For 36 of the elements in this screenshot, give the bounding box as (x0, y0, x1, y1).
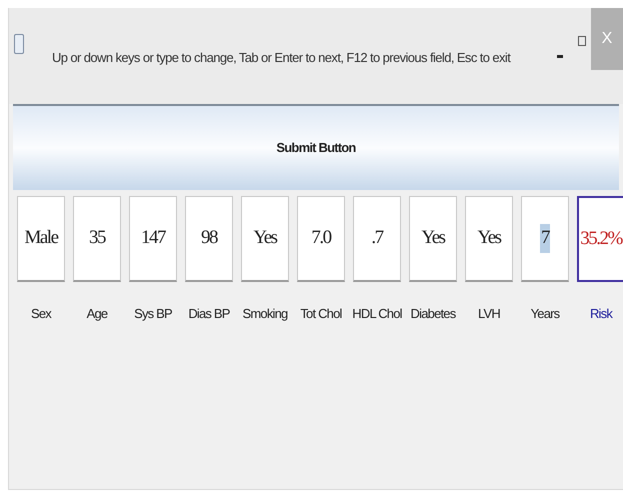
field-label: Dias BP (188, 305, 230, 323)
input-field[interactable]: Male (17, 196, 65, 282)
input-field[interactable]: Yes (241, 196, 289, 282)
field-value: 98 (200, 226, 218, 250)
field-label: LVH (478, 305, 500, 323)
input-field[interactable]: 147 (129, 196, 177, 282)
field-label: Years (530, 305, 560, 323)
field-value: .7 (370, 226, 384, 250)
input-field[interactable]: .7 (353, 196, 401, 282)
field-value: 7.0 (310, 226, 332, 250)
input-field[interactable]: 98 (185, 196, 233, 282)
field-value: 147 (140, 226, 166, 250)
window-title: Up or down keys or type to change, Tab or Enter to next, F12 to previous field, Esc to exit (52, 49, 510, 67)
field-value: Yes (420, 226, 446, 250)
input-field[interactable]: Yes (465, 196, 513, 282)
field-label: Age (86, 305, 108, 323)
input-field[interactable]: 7 (521, 196, 569, 282)
input-field[interactable]: Yes (409, 196, 457, 282)
field-label: Smoking (242, 305, 288, 323)
field-label: Tot Chol (300, 305, 342, 323)
field-label: Sys BP (134, 305, 172, 323)
submit-button[interactable]: Submit Button (13, 104, 619, 190)
field-value: 35.2% (579, 226, 623, 251)
input-field[interactable]: 35 (73, 196, 121, 282)
app-icon (14, 34, 24, 54)
field-value: 35 (88, 226, 106, 250)
result-field[interactable]: 35.2% (577, 196, 623, 282)
field-label: Diabetes (410, 305, 456, 323)
field-value: Yes (476, 226, 502, 250)
field-value: 7 (540, 224, 550, 253)
field-label: Sex (30, 305, 51, 323)
field-value: Male (23, 226, 59, 250)
input-field[interactable]: 7.0 (297, 196, 345, 282)
field-label: HDL Chol (352, 305, 402, 323)
field-label: Risk (590, 305, 612, 323)
field-value: Yes (252, 226, 278, 250)
